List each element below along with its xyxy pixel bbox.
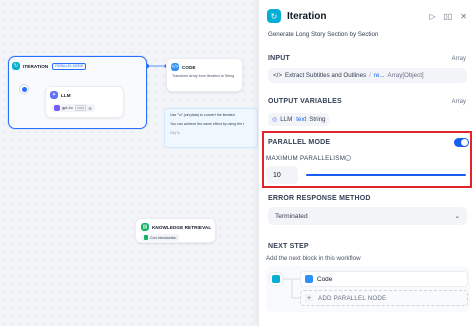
error-method-select[interactable]: Terminated ⌄ xyxy=(268,207,467,225)
next-step-node-label: Code xyxy=(317,275,333,283)
add-parallel-node-button[interactable]: + ADD PARALLEL NODE xyxy=(300,290,468,306)
add-parallel-node-label: ADD PARALLEL NODE xyxy=(318,294,387,302)
iteration-icon xyxy=(272,275,280,283)
input-label: INPUT xyxy=(268,55,290,62)
knowledge-dataset-chip: Con Introduction xyxy=(141,234,180,241)
max-parallelism-slider[interactable] xyxy=(306,174,466,176)
note-author: DifyTo xyxy=(170,131,180,136)
model-mode-tag: CHAT xyxy=(74,105,87,111)
input-source-node: Extract Subtitles and Outlines xyxy=(284,72,367,79)
llm-node-header: ✦ LLM xyxy=(50,91,71,99)
code-node[interactable]: </> CODE Transform Array from Iteration … xyxy=(166,58,243,92)
code-glyph-icon: </> xyxy=(273,72,282,79)
error-method-value: Terminated xyxy=(275,212,308,220)
dataset-icon xyxy=(144,235,148,240)
output-variable-name: text xyxy=(296,116,307,123)
iteration-icon: ↻ xyxy=(12,62,20,70)
canvas-note[interactable]: Use "\n".join(data) to convert the itera… xyxy=(164,108,258,148)
code-node-description: Transform Array from Iteration to String xyxy=(172,74,235,78)
llm-node[interactable]: ✦ LLM gpt-4o CHAT ⚙ xyxy=(45,86,124,118)
dataset-name: Con Introduction xyxy=(150,235,177,240)
max-parallelism-input[interactable]: 10 xyxy=(266,166,298,184)
note-line: You can achieve the same effect by using… xyxy=(170,122,245,127)
run-icon[interactable]: ▷ xyxy=(429,12,435,21)
model-name: gpt-4o xyxy=(62,106,73,110)
panel-header: ↻ Iteration ▷ ▯▯ ✕ xyxy=(267,7,467,25)
knowledge-icon: ▤ xyxy=(141,223,149,231)
toggle-knob xyxy=(461,139,468,146)
note-line: Use "\n".join(data) to convert the itera… xyxy=(170,113,235,117)
layout-icon[interactable]: ▯▯ xyxy=(443,12,452,21)
parallel-mode-badge: PARALLEL MODE xyxy=(52,62,87,70)
iteration-icon: ↻ xyxy=(267,9,281,23)
info-icon[interactable]: i xyxy=(345,155,351,161)
llm-icon: ✦ xyxy=(50,91,58,99)
node-toolbar[interactable]: · · · xyxy=(129,50,140,55)
iteration-start-node[interactable] xyxy=(19,84,29,94)
code-node-title: CODE xyxy=(182,64,196,70)
input-variable-type: Array[Object] xyxy=(387,72,424,79)
llm-icon: ◎ xyxy=(272,117,278,123)
chevron-down-icon: ⌄ xyxy=(454,213,460,220)
output-variable-chip[interactable]: ◎ LLM text String xyxy=(268,113,330,126)
input-separator: / xyxy=(369,72,371,79)
panel-description[interactable]: Generate Long Story Section by Section xyxy=(268,31,378,38)
error-method-label: ERROR RESPONSE METHOD xyxy=(268,195,371,202)
iteration-node[interactable]: · · · ↻ ITERATION PARALLEL MODE ✦ LLM gp… xyxy=(8,50,147,129)
knowledge-node-title: KNOWLEDGE RETRIEVAL xyxy=(152,224,212,230)
next-step-description: Add the next block in this workflow xyxy=(266,255,361,262)
parallel-mode-toggle[interactable] xyxy=(454,138,469,147)
output-label: OUTPUT VARIABLES xyxy=(268,98,342,105)
knowledge-retrieval-node[interactable]: ▤ KNOWLEDGE RETRIEVAL Con Introduction xyxy=(135,218,216,243)
next-step-code-node[interactable]: Code xyxy=(300,271,468,287)
panel-actions: ▷ ▯▯ ✕ xyxy=(429,12,467,21)
output-variable-kind: String xyxy=(309,116,326,123)
model-settings-icon: ⚙ xyxy=(88,105,92,111)
model-provider-icon xyxy=(54,105,60,111)
input-variable-name: re... xyxy=(373,72,385,79)
code-icon xyxy=(305,275,313,283)
plus-icon: + xyxy=(305,294,313,302)
workflow-canvas[interactable]: · · · ↻ ITERATION PARALLEL MODE ✦ LLM gp… xyxy=(0,0,258,326)
panel-title[interactable]: Iteration xyxy=(287,11,326,22)
next-step-label: NEXT STEP xyxy=(268,243,309,250)
llm-model-chip: gpt-4o CHAT ⚙ xyxy=(51,104,95,112)
input-type: Array xyxy=(451,56,466,62)
llm-node-title: LLM xyxy=(61,92,71,98)
input-variable-selector[interactable]: </> Extract Subtitles and Outlines / re.… xyxy=(268,68,467,83)
next-step-source-node xyxy=(269,272,283,286)
iteration-node-header: ↻ ITERATION PARALLEL MODE xyxy=(12,61,87,71)
iteration-node-title: ITERATION xyxy=(23,63,49,69)
close-icon[interactable]: ✕ xyxy=(460,12,467,21)
output-variable-node: LLM xyxy=(280,116,293,123)
max-parallelism-label: MAXIMUM PARALLELISM xyxy=(266,155,346,162)
start-dot-icon xyxy=(21,86,27,92)
connection-wires xyxy=(20,63,168,89)
code-icon: </> xyxy=(171,63,179,71)
knowledge-node-header: ▤ KNOWLEDGE RETRIEVAL xyxy=(141,223,211,231)
output-type: Array xyxy=(451,99,466,105)
code-node-header: </> CODE xyxy=(171,63,196,71)
